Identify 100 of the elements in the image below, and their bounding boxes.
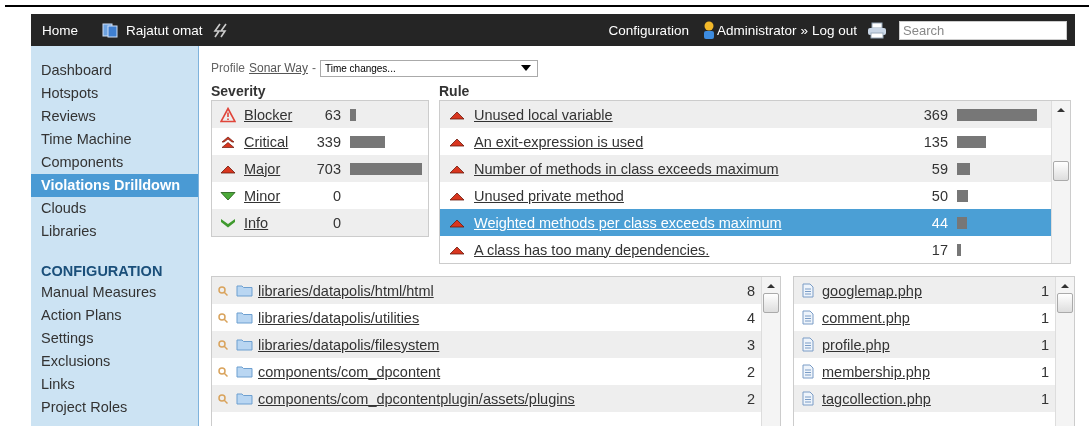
sidebar-item[interactable]: Action Plans [31,304,198,327]
project-link[interactable]: Rajatut omat [126,22,203,38]
file-link[interactable]: profile.php [822,336,890,353]
count-bar [957,216,967,229]
scroll-thumb[interactable] [763,293,779,313]
profile-label: Profile [211,61,245,75]
severity-link[interactable]: Blocker [244,106,293,123]
violation-count: 2 [745,363,755,380]
file-link[interactable]: membership.php [822,363,930,380]
file-link[interactable]: googlemap.php [822,282,922,299]
severity-link[interactable]: Major [244,160,281,177]
directory-link[interactable]: libraries/datapolis/filesystem [258,336,440,353]
violation-count: 0 [331,214,341,231]
document-icon [802,337,814,352]
severity-link[interactable]: Minor [244,187,281,204]
logout-link[interactable]: Log out [811,22,857,38]
directory-link[interactable]: libraries/datapolis/utilities [258,309,420,326]
count-bar [957,162,970,175]
file-link[interactable]: tagcollection.php [822,390,931,407]
sidebar-item[interactable]: Time Machine [31,128,198,151]
directory-link[interactable]: components/com_dpcontentplugin/assets/plugins [258,390,575,407]
violation-count: 4 [745,309,755,326]
count-bar [957,135,987,148]
violation-count: 2 [745,390,755,407]
directory-link[interactable]: components/com_dpcontent [258,363,441,380]
period-dropdown[interactable]: Time changes... [319,59,538,77]
sidebar-item[interactable]: Links [31,373,198,396]
violation-count: 1 [1039,390,1049,407]
triangle-up-icon [220,163,236,174]
violation-count: 1 [1039,309,1049,326]
violation-count: 339 [315,133,341,150]
severity-link[interactable]: Critical [244,133,289,150]
double-chevron-up-icon [221,134,235,149]
rule-link[interactable]: An exit-expression is used [474,133,644,150]
scroll-thumb[interactable] [1053,161,1069,181]
magnifier-icon [218,339,228,350]
sidebar-item[interactable]: Settings [31,327,198,350]
magnifier-icon [218,312,228,323]
scrollbar[interactable] [1055,277,1074,426]
sidebar-item[interactable]: Clouds [31,197,198,220]
count-bar [350,162,422,175]
rule-row[interactable]: Unused local variable 369 [440,101,1051,128]
directory-link[interactable]: libraries/datapolis/html/html [258,282,434,299]
scroll-up-icon[interactable] [766,283,776,289]
sidebar-item[interactable]: Exclusions [31,350,198,373]
scrollbar[interactable] [1051,101,1070,263]
sidebar-item[interactable]: Hotspots [31,82,198,105]
warning-icon [220,106,236,123]
magnifier-icon [218,366,228,377]
severity-heading: Severity [211,82,267,100]
rule-link[interactable]: Unused local variable [474,106,613,123]
sidebar-item[interactable]: Dashboard [31,59,198,82]
folder-icon [235,284,253,297]
rule-link[interactable]: A class has too many dependencies. [474,241,710,258]
search-field[interactable]: Search [899,20,1067,40]
violation-count: 8 [745,282,755,299]
violation-count: 17 [930,241,948,258]
documents-icon [102,22,118,38]
triangle-up-icon [449,217,465,228]
triangle-up-icon [449,136,465,147]
user-icon [702,21,715,39]
sidebar-item[interactable]: Manual Measures [31,281,198,304]
folder-icon [235,365,253,378]
rule-row[interactable]: Number of methods in class exceeds maximum 59 [440,155,1051,182]
count-bar [350,135,385,148]
document-icon [802,283,814,298]
violation-count: 703 [315,160,341,177]
violation-count: 50 [930,187,948,204]
magnifier-icon [218,393,228,404]
file-link[interactable]: comment.php [822,309,910,326]
rule-link[interactable]: Number of methods in class exceeds maximum [474,160,779,177]
configuration-link[interactable]: Configuration [608,22,689,38]
sidebar-item[interactable]: Reviews [31,105,198,128]
document-icon [802,310,814,325]
scroll-up-icon[interactable] [1060,283,1070,289]
count-bar [957,243,961,256]
scroll-up-icon[interactable] [1056,107,1066,113]
violation-count: 1 [1039,282,1049,299]
scrollbar[interactable] [761,277,780,426]
rule-link[interactable]: Unused private method [474,187,624,204]
sidebar-item[interactable]: Libraries [31,220,198,243]
violation-count: 1 [1039,336,1049,353]
profile-link[interactable]: Sonar Way [249,61,308,75]
violation-count: 0 [331,187,341,204]
home-link[interactable]: Home [42,22,78,38]
severity-link[interactable]: Info [244,214,269,231]
document-icon [802,391,814,406]
sidebar-item[interactable]: Project Roles [31,396,198,419]
folder-icon [235,338,253,351]
count-bar [957,189,968,202]
violation-count: 44 [930,214,948,231]
count-bar [350,108,357,121]
rule-heading: Rule [439,82,471,100]
sidebar-item[interactable]: Components [31,151,198,174]
caret-icon [520,65,531,71]
violation-count: 369 [922,106,948,123]
folder-icon [235,392,253,405]
violation-count: 1 [1039,363,1049,380]
scroll-thumb[interactable] [1057,293,1073,313]
triangle-up-icon [449,190,465,201]
